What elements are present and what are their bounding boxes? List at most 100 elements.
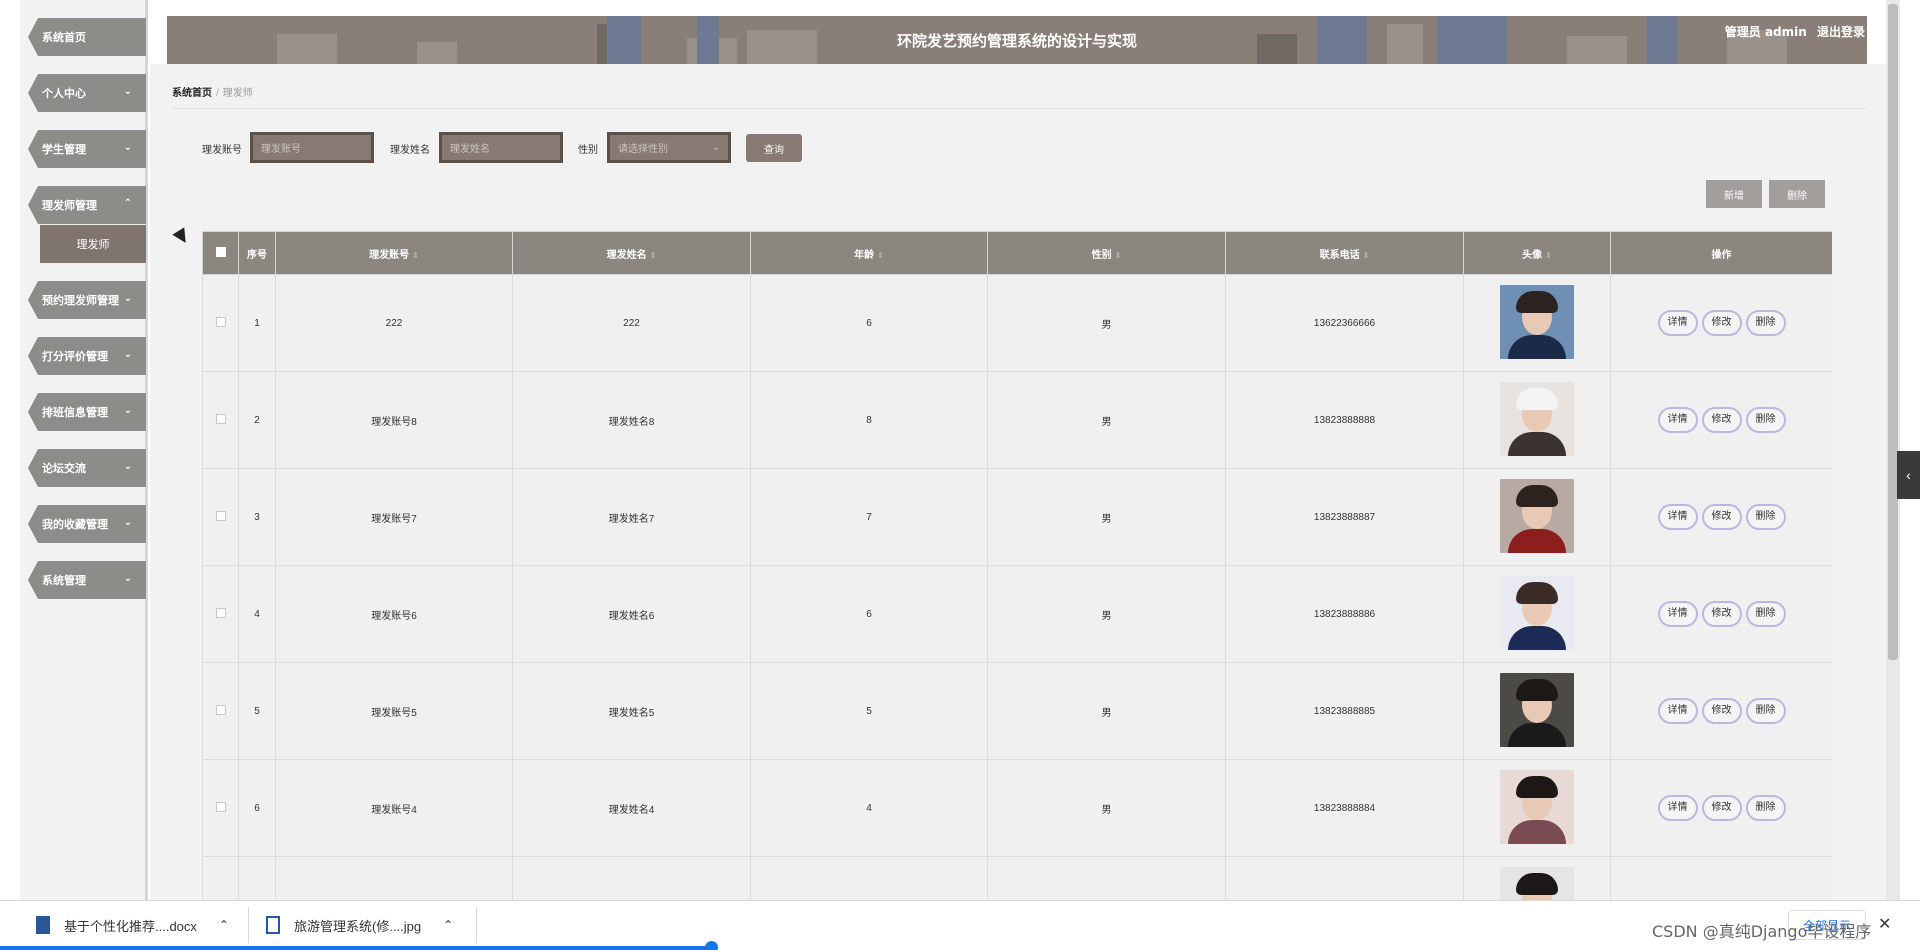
header-user-area: 管理员 admin 退出登录 <box>1725 23 1865 40</box>
actions-cell <box>1610 856 1832 900</box>
column-header[interactable]: 性别 ⇕ <box>987 231 1226 275</box>
detail-button[interactable]: 详情 <box>1657 698 1698 724</box>
sort-icon[interactable]: ⇕ <box>412 251 419 260</box>
age-cell: 5 <box>750 662 988 760</box>
divider <box>248 907 249 943</box>
row-checkbox[interactable] <box>215 607 226 618</box>
vertical-scrollbar[interactable] <box>1886 0 1900 900</box>
account-cell: 理发账号6 <box>275 565 513 663</box>
age-cell <box>750 856 988 900</box>
edit-button[interactable]: 修改 <box>1701 310 1742 336</box>
sort-icon[interactable]: ⇕ <box>1363 251 1370 260</box>
sidebar-item-ratings[interactable]: 打分评价管理 ⌄ <box>28 337 146 375</box>
delete-button[interactable]: 删除 <box>1745 601 1786 627</box>
name-cell: 理发姓名5 <box>512 662 751 760</box>
detail-button[interactable]: 详情 <box>1657 504 1698 530</box>
delete-button[interactable]: 删除 <box>1745 698 1786 724</box>
edit-button[interactable]: 修改 <box>1701 795 1742 821</box>
sidebar-item-students[interactable]: 学生管理 ⌄ <box>28 130 146 168</box>
sidebar-item-forum[interactable]: 论坛交流 ⌄ <box>28 449 146 487</box>
divider <box>476 907 477 943</box>
index-cell: 4 <box>238 565 276 663</box>
detail-button[interactable]: 详情 <box>1657 310 1698 336</box>
column-header: 序号 <box>238 231 276 275</box>
row-checkbox[interactable] <box>215 413 226 424</box>
account-placeholder: 理发账号 <box>261 144 301 155</box>
row-checkbox[interactable] <box>215 510 226 521</box>
detail-button[interactable]: 详情 <box>1657 795 1698 821</box>
row-checkbox[interactable] <box>215 704 226 715</box>
row-checkbox[interactable] <box>215 801 226 812</box>
sidebar-item-schedule[interactable]: 排班信息管理 ⌄ <box>28 393 146 431</box>
chevron-up-icon[interactable]: ⌃ <box>443 918 453 932</box>
query-button[interactable]: 查询 <box>746 134 802 162</box>
age-cell: 4 <box>750 759 988 857</box>
sidebar-subitem-barber[interactable]: 理发师 <box>40 225 146 263</box>
name-cell: 222 <box>512 274 751 372</box>
chevron-up-icon[interactable]: ⌃ <box>219 918 229 932</box>
avatar-cell <box>1463 662 1611 760</box>
avatar <box>1500 672 1574 747</box>
logout-link[interactable]: 退出登录 <box>1817 25 1865 39</box>
phone-cell: 13622366666 <box>1225 274 1464 372</box>
row-checkbox[interactable] <box>215 316 226 327</box>
column-header[interactable]: 理发账号 ⇕ <box>275 231 513 275</box>
sort-icon[interactable]: ⇕ <box>877 251 884 260</box>
sidebar-item-home[interactable]: 系统首页 <box>28 18 146 56</box>
sidebar-item-barbers[interactable]: 理发师管理 ⌃ <box>28 186 146 224</box>
index-cell: 1 <box>238 274 276 372</box>
word-doc-icon <box>36 916 50 934</box>
detail-button[interactable]: 详情 <box>1657 407 1698 433</box>
sort-icon[interactable]: ⇕ <box>650 251 657 260</box>
column-header[interactable]: 头像 ⇕ <box>1463 231 1611 275</box>
avatar-body <box>1508 819 1566 844</box>
column-header-label: 联系电话 <box>1319 249 1360 261</box>
name-label: 理发姓名 <box>390 145 430 156</box>
delete-button[interactable]: 删除 <box>1745 407 1786 433</box>
column-header[interactable]: 联系电话 ⇕ <box>1225 231 1464 275</box>
select-all-checkbox[interactable] <box>215 246 226 257</box>
gender-cell <box>987 856 1226 900</box>
gender-select[interactable]: 请选择性别 ⌄ <box>607 132 731 163</box>
edit-button[interactable]: 修改 <box>1701 407 1742 433</box>
account-cell: 理发账号8 <box>275 371 513 469</box>
edit-button[interactable]: 修改 <box>1701 601 1742 627</box>
column-header[interactable]: 年龄 ⇕ <box>750 231 988 275</box>
image-file-icon <box>266 916 280 934</box>
sidebar-item-personal-center[interactable]: 个人中心 ⌄ <box>28 74 146 112</box>
breadcrumb-home[interactable]: 系统首页 <box>172 88 212 99</box>
delete-button[interactable]: 删除 <box>1745 795 1786 821</box>
sidebar-item-system[interactable]: 系统管理 ⌄ <box>28 561 146 599</box>
edit-button[interactable]: 修改 <box>1701 698 1742 724</box>
sidebar-item-favorites[interactable]: 我的收藏管理 ⌄ <box>28 505 146 543</box>
table-row: 2 理发账号8 理发姓名8 8 男 13823888888 详情 修改 删除 <box>202 371 1832 469</box>
table-row: 3 理发账号7 理发姓名7 7 男 13823888887 详情 修改 删除 <box>202 468 1832 566</box>
add-button[interactable]: 新增 <box>1706 180 1762 208</box>
column-header[interactable]: 理发姓名 ⇕ <box>512 231 751 275</box>
delete-button[interactable]: 删除 <box>1745 504 1786 530</box>
avatar-body <box>1508 528 1566 553</box>
detail-button[interactable]: 详情 <box>1657 601 1698 627</box>
chevron-left-icon[interactable]: ‹ <box>1897 451 1920 499</box>
row-select-cell <box>202 759 239 857</box>
download-item[interactable]: 基于个性化推荐....docx ⌃ <box>36 911 229 939</box>
sidebar-item-label: 论坛交流 <box>42 463 86 475</box>
close-icon[interactable]: ✕ <box>1878 914 1891 934</box>
actions-cell: 详情 修改 删除 <box>1610 759 1832 857</box>
download-item[interactable]: 旅游管理系统(修....jpg ⌃ <box>266 911 453 939</box>
scrollbar-thumb[interactable] <box>1888 4 1898 660</box>
account-cell: 理发账号4 <box>275 759 513 857</box>
sidebar-item-label: 系统管理 <box>42 575 86 587</box>
sort-icon[interactable]: ⇕ <box>1115 251 1122 260</box>
column-header-label: 序号 <box>247 249 267 261</box>
chevron-down-icon: ⌄ <box>123 142 132 153</box>
sidebar-item-appointments[interactable]: 预约理发师管理 ⌄ <box>28 281 146 319</box>
name-search-input[interactable]: 理发姓名 <box>439 132 563 163</box>
edit-button[interactable]: 修改 <box>1701 504 1742 530</box>
delete-button[interactable]: 删除 <box>1745 310 1786 336</box>
account-cell: 222 <box>275 274 513 372</box>
sort-icon[interactable]: ⇕ <box>1545 251 1552 260</box>
account-search-input[interactable]: 理发账号 <box>250 132 374 163</box>
age-cell: 6 <box>750 565 988 663</box>
batch-delete-button[interactable]: 删除 <box>1769 180 1825 208</box>
